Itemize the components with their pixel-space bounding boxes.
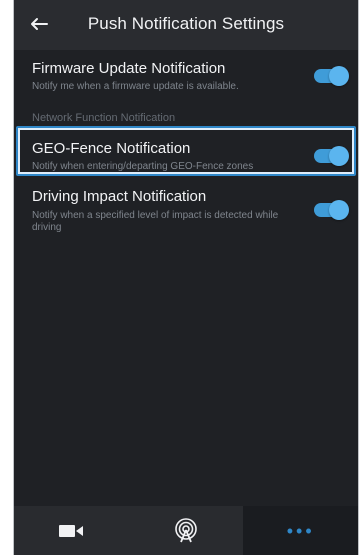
page-title: Push Notification Settings <box>87 14 285 33</box>
selection-highlight <box>16 126 356 176</box>
firmware-update-description: Notify me when a firmware update is avai… <box>32 81 239 92</box>
nav-item-connectivity[interactable] <box>129 506 244 555</box>
more-icon: ••• <box>286 520 315 541</box>
network-function-section-header: Network Function Notification <box>32 112 176 124</box>
driving-impact-description: Notify when a specified level of impact … <box>32 210 279 233</box>
video-camera-icon <box>59 524 84 537</box>
phone-screen: Push Notification Settings Firmware Upda… <box>13 0 359 555</box>
wireless-signal-icon <box>175 517 197 542</box>
toggle-knob <box>329 66 349 86</box>
nav-item-more[interactable]: ••• <box>243 506 358 555</box>
driving-impact-toggle[interactable] <box>314 200 349 220</box>
toggle-knob <box>329 200 349 220</box>
settings-list: Firmware Update Notification Notify me w… <box>14 50 358 506</box>
driving-impact-setting-row: Driving Impact Notification Notify when … <box>14 182 358 240</box>
firmware-update-toggle[interactable] <box>314 66 349 86</box>
driving-impact-title: Driving Impact Notification <box>32 188 207 205</box>
firmware-update-setting-row: Firmware Update Notification Notify me w… <box>14 50 358 102</box>
firmware-update-title: Firmware Update Notification <box>32 60 226 77</box>
header-bar: Push Notification Settings <box>14 0 358 50</box>
bottom-navigation-bar: ••• <box>14 506 358 555</box>
nav-item-video[interactable] <box>14 506 129 555</box>
